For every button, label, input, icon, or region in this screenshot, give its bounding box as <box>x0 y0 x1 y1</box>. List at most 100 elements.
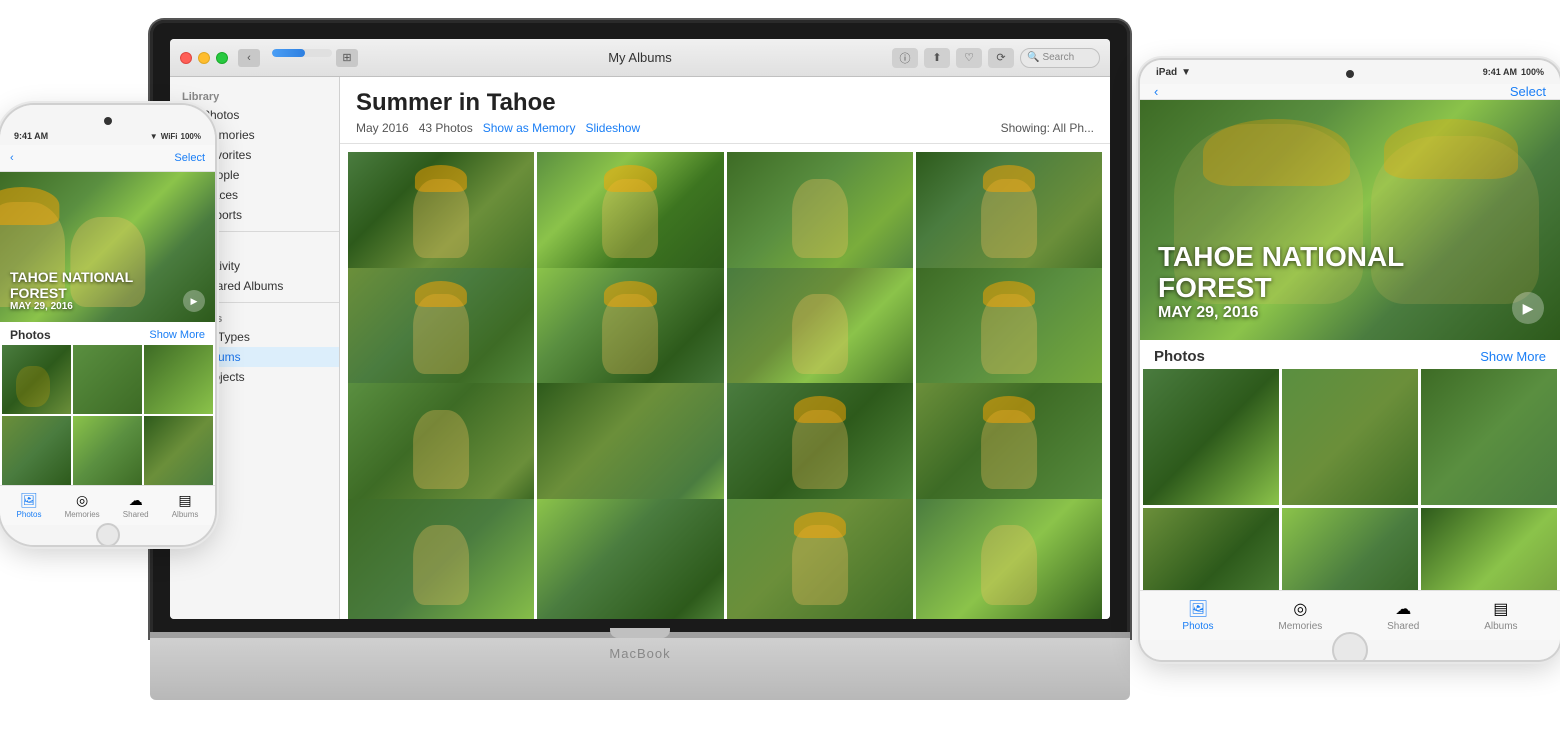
iphone-tab-memories[interactable]: ◎ Memories <box>65 493 100 519</box>
iphone-photo[interactable] <box>73 345 142 414</box>
albums-tab-label: Albums <box>172 510 199 519</box>
memories-tab-label: Memories <box>65 510 100 519</box>
macbook-screen: ‹ ⊞ My Albums ⓘ ⬆ ♡ ⟳ 🔍 Search <box>150 20 1130 638</box>
ipad-tab-photos[interactable]: 🖼 Photos <box>1182 599 1213 632</box>
window-titlebar: ‹ ⊞ My Albums ⓘ ⬆ ♡ ⟳ 🔍 Search <box>170 39 1110 77</box>
iphone-photo[interactable] <box>2 345 71 414</box>
rotate-icon[interactable]: ⟳ <box>988 48 1014 68</box>
iphone-home-button[interactable] <box>96 523 120 545</box>
iphone-tab-photos[interactable]: 🖼 Photos <box>17 493 42 519</box>
back-button[interactable]: ‹ <box>238 49 260 67</box>
slideshow-link[interactable]: Slideshow <box>585 121 640 135</box>
iphone-tab-shared[interactable]: ☁ Shared <box>123 493 149 519</box>
ipad-select-button[interactable]: Select <box>1510 84 1546 99</box>
iphone-time: 9:41 AM <box>14 131 48 141</box>
photo-cell[interactable] <box>348 152 534 285</box>
memory-text: TAHOE NATIONALFOREST MAY 29, 2016 <box>10 270 133 312</box>
photo-cell[interactable] <box>916 499 1102 620</box>
iphone-camera <box>104 117 112 125</box>
ipad-nav: ‹ Select <box>1140 84 1560 100</box>
ipad-play-button[interactable]: ▶ <box>1512 292 1544 324</box>
iphone-battery: 100% <box>181 132 201 141</box>
ipad-tab-shared[interactable]: ☁ Shared <box>1387 599 1419 632</box>
ipad-photo[interactable] <box>1421 369 1557 505</box>
iphone-wifi: WiFi <box>161 132 178 141</box>
photo-cell[interactable]: ♥ <box>916 383 1102 516</box>
iphone-photo[interactable] <box>144 345 213 414</box>
photo-cell[interactable] <box>537 383 723 516</box>
ipad-device: iPad ▼ 9:41 AM 100% ‹ Select TAHOE NATIO… <box>1140 60 1560 660</box>
ipad-albums-tab-label: Albums <box>1484 621 1517 632</box>
maximize-button[interactable] <box>216 52 228 64</box>
main-content: Summer in Tahoe May 2016 43 Photos Show … <box>340 77 1110 619</box>
albums-tab-icon: ▤ <box>175 493 195 509</box>
photo-cell[interactable] <box>916 152 1102 285</box>
ipad-albums-tab-icon: ▤ <box>1489 599 1513 619</box>
search-bar[interactable]: 🔍 Search <box>1020 48 1100 68</box>
memory-play-button[interactable]: ▶ <box>183 290 205 312</box>
minimize-button[interactable] <box>198 52 210 64</box>
show-as-memory-link[interactable]: Show as Memory <box>483 121 576 135</box>
photo-cell[interactable] <box>916 268 1102 401</box>
photo-cell[interactable] <box>348 383 534 516</box>
search-placeholder: Search <box>1042 52 1074 63</box>
info-icon[interactable]: ⓘ <box>892 48 918 68</box>
iphone-signal: ▼ <box>150 132 158 141</box>
photo-cell[interactable] <box>537 268 723 401</box>
photo-cell[interactable] <box>727 499 913 620</box>
ipad-show-more[interactable]: Show More <box>1480 349 1546 364</box>
iphone-back-button[interactable]: ‹ <box>10 152 14 164</box>
ipad-home-button[interactable] <box>1332 632 1368 660</box>
photo-cell[interactable] <box>727 152 913 285</box>
ipad-section-header: Photos Show More <box>1140 340 1560 369</box>
memory-title: TAHOE NATIONALFOREST <box>10 270 133 301</box>
nav-buttons: ‹ ⊞ <box>238 49 358 67</box>
ipad-photo[interactable] <box>1421 508 1557 590</box>
shared-tab-icon: ☁ <box>126 493 146 509</box>
ipad-memory-text: TAHOE NATIONALFOREST MAY 29, 2016 <box>1158 242 1404 322</box>
ipad-statusbar-right: 9:41 AM 100% <box>1483 67 1544 77</box>
iphone-photo[interactable] <box>2 416 71 485</box>
iphone-home-bar <box>0 525 215 545</box>
titlebar-actions: ⓘ ⬆ ♡ ⟳ 🔍 Search <box>892 48 1100 68</box>
app-body: Library 🖼 Photos ◎ Memories ♡ Favorites <box>170 77 1110 619</box>
ipad-memory-title: TAHOE NATIONALFOREST <box>1158 242 1404 304</box>
ipad-photo[interactable] <box>1143 508 1279 590</box>
ipad-photo[interactable] <box>1143 369 1279 505</box>
iphone-memory-card[interactable]: TAHOE NATIONALFOREST MAY 29, 2016 ▶ <box>0 172 215 322</box>
ipad-memory-card[interactable]: TAHOE NATIONALFOREST MAY 29, 2016 ▶ <box>1140 100 1560 340</box>
heart-icon[interactable]: ♡ <box>956 48 982 68</box>
photo-cell[interactable] <box>727 268 913 401</box>
album-title: Summer in Tahoe <box>356 89 1094 117</box>
photo-cell[interactable] <box>727 383 913 516</box>
iphone-photo[interactable] <box>73 416 142 485</box>
close-button[interactable] <box>180 52 192 64</box>
iphone-statusbar-right: ▼ WiFi 100% <box>150 132 201 141</box>
photo-cell[interactable]: ♥ <box>348 268 534 401</box>
ipad-tab-albums[interactable]: ▤ Albums <box>1484 599 1517 632</box>
ipad-back-arrow: ‹ <box>1154 84 1158 99</box>
ipad-photo[interactable] <box>1282 508 1418 590</box>
ipad-section-title: Photos <box>1154 348 1205 365</box>
library-header: Library <box>170 87 339 105</box>
photo-cell[interactable] <box>537 499 723 620</box>
album-meta: May 2016 43 Photos Show as Memory Slides… <box>356 121 1094 135</box>
ipad-battery: 100% <box>1521 67 1544 77</box>
iphone-photo[interactable] <box>144 416 213 485</box>
photos-tab-icon: 🖼 <box>19 493 39 509</box>
iphone-bottom-bar: 🖼 Photos ◎ Memories ☁ Shared ▤ Albums <box>0 485 215 525</box>
showing-label: Showing: All Ph... <box>1001 121 1094 135</box>
share-icon[interactable]: ⬆ <box>924 48 950 68</box>
iphone-tab-albums[interactable]: ▤ Albums <box>172 493 199 519</box>
iphone-show-more[interactable]: Show More <box>149 329 205 341</box>
ipad-photo[interactable] <box>1282 369 1418 505</box>
photo-cell[interactable] <box>537 152 723 285</box>
ipad-tab-memories[interactable]: ◎ Memories <box>1278 599 1322 632</box>
ipad-photos-tab-label: Photos <box>1182 621 1213 632</box>
photo-cell[interactable] <box>348 499 534 620</box>
expand-button[interactable]: ⊞ <box>336 49 358 67</box>
ipad-back-button[interactable]: ‹ <box>1154 84 1158 99</box>
iphone-select-button[interactable]: Select <box>174 152 205 164</box>
ipad-time: 9:41 AM <box>1483 67 1517 77</box>
iphone-device: 9:41 AM ▼ WiFi 100% ‹ Select TAHOE NATIO… <box>0 105 215 545</box>
